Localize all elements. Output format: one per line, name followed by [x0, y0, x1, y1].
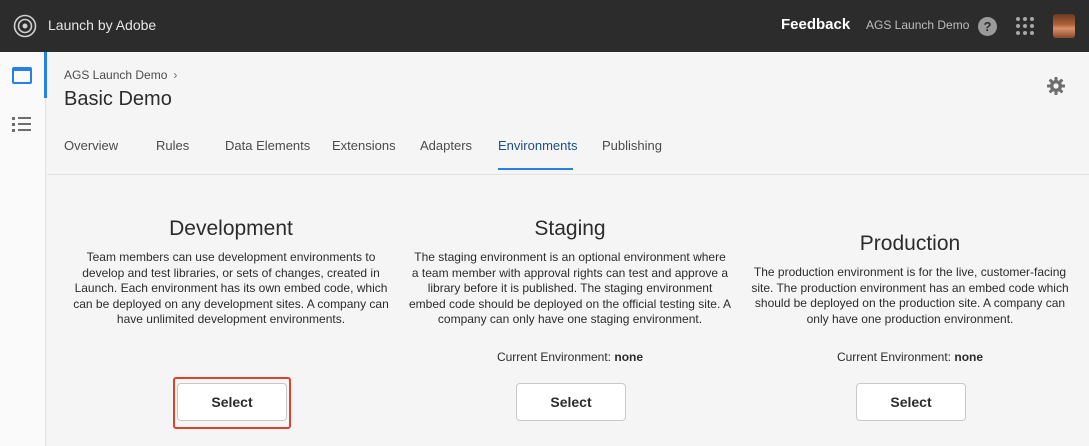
list-icon[interactable] — [12, 117, 32, 133]
feedback-link[interactable]: Feedback — [781, 16, 850, 33]
environment-title: Staging — [534, 217, 606, 240]
app-switcher-icon[interactable] — [1016, 17, 1034, 35]
left-rail — [0, 52, 46, 446]
current-environment-value: none — [954, 350, 984, 364]
gear-icon[interactable] — [1046, 76, 1066, 96]
help-icon[interactable]: ? — [978, 17, 997, 36]
environment-title: Development — [169, 217, 293, 240]
environment-description: Team members can use development environ… — [73, 250, 389, 326]
chevron-right-icon: › — [173, 68, 178, 82]
environment-title: Production — [859, 232, 961, 255]
active-tab-indicator — [498, 168, 573, 170]
tab-adapters[interactable]: Adapters — [420, 138, 472, 153]
adobe-launch-logo-icon[interactable] — [13, 14, 37, 38]
tab-overview[interactable]: Overview — [64, 138, 118, 153]
environment-description: The production environment is for the li… — [751, 265, 1069, 326]
window-icon[interactable] — [12, 67, 32, 84]
property-header — [47, 52, 1089, 175]
tab-extensions[interactable]: Extensions — [332, 138, 396, 153]
current-environment: Current Environment: none — [496, 350, 644, 364]
tab-publishing[interactable]: Publishing — [602, 138, 662, 153]
breadcrumb[interactable]: AGS Launch Demo › — [64, 68, 177, 82]
tab-data-elements[interactable]: Data Elements — [225, 138, 310, 153]
org-switcher[interactable]: AGS Launch Demo — [866, 18, 969, 32]
breadcrumb-org[interactable]: AGS Launch Demo — [64, 68, 167, 82]
current-environment-value: none — [614, 350, 644, 364]
app-title[interactable]: Launch by Adobe — [48, 17, 156, 33]
environment-description: The staging environment is an optional e… — [408, 250, 731, 326]
user-avatar[interactable] — [1053, 14, 1075, 38]
current-environment: Current Environment: none — [836, 350, 984, 364]
top-bar: Launch by Adobe Feedback AGS Launch Demo… — [0, 0, 1089, 52]
select-development-button[interactable]: Select — [177, 383, 287, 421]
page-title: Basic Demo — [64, 88, 172, 110]
tab-environments[interactable]: Environments — [498, 138, 577, 153]
select-staging-button[interactable]: Select — [516, 383, 626, 421]
select-production-button[interactable]: Select — [856, 383, 966, 421]
tab-rules[interactable]: Rules — [156, 138, 189, 153]
